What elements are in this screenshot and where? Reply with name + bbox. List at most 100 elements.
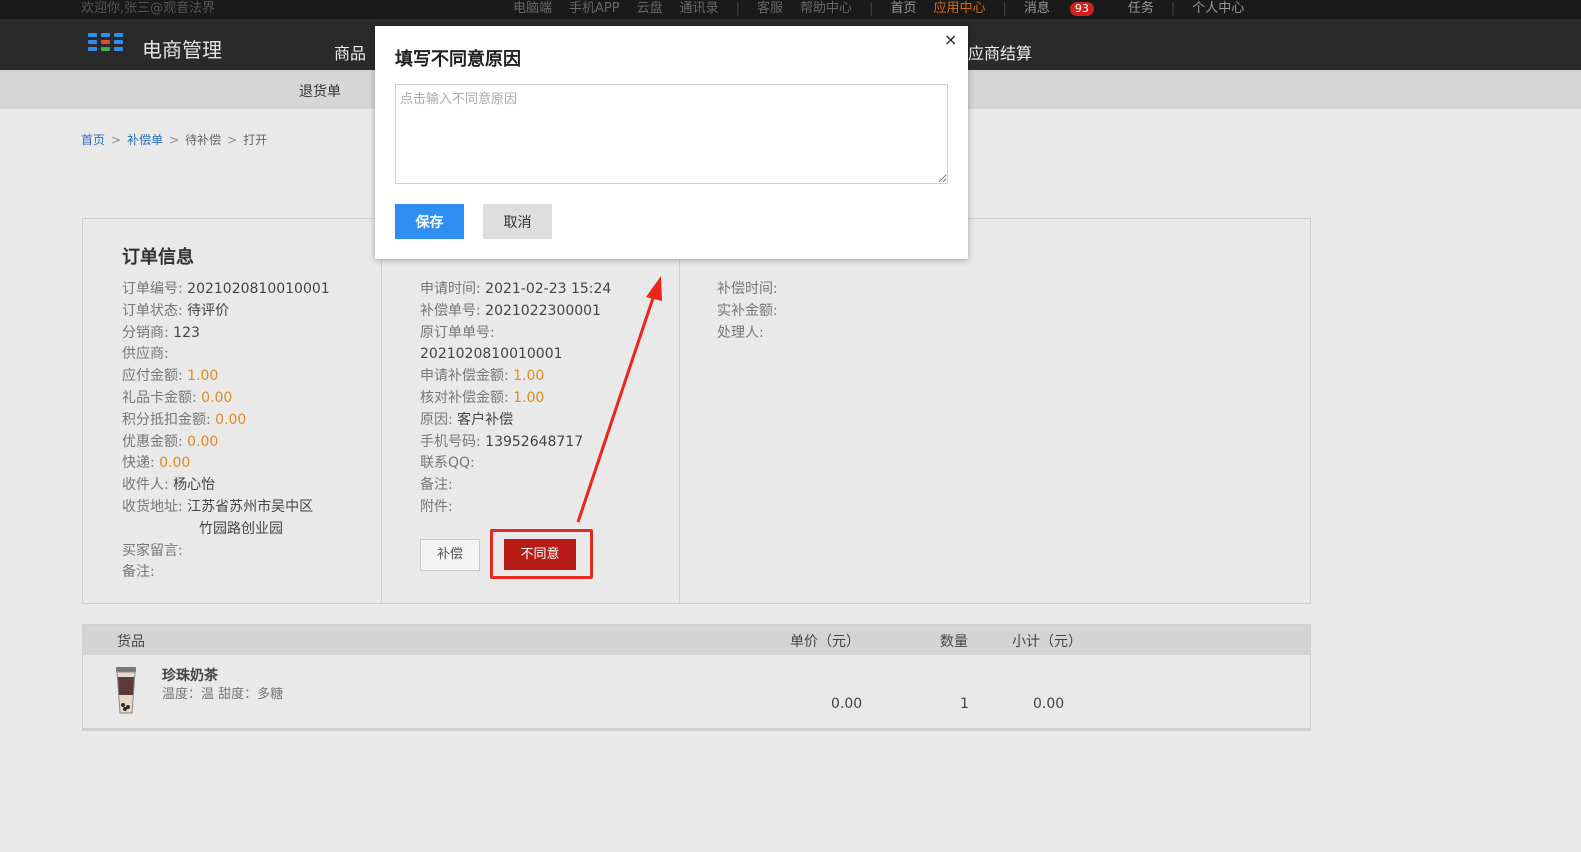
product-attributes: 温度：温 甜度：多糖: [162, 687, 284, 702]
label: 原订单单号:: [420, 324, 495, 341]
comp-time-row: 补偿时间:: [717, 279, 778, 301]
address-row: 收货地址: 江苏省苏州市吴中区: [122, 497, 330, 519]
welcome-text: 欢迎你,张三@观音法界: [81, 1, 216, 16]
label: 处理人:: [717, 324, 764, 341]
link-app-center[interactable]: 应用中心: [933, 0, 985, 17]
label: 快递:: [122, 455, 155, 472]
phone-row: 手机号码: 13952648717: [420, 432, 611, 454]
link-profile[interactable]: 个人中心: [1192, 0, 1244, 17]
value: 2021020810010001: [187, 281, 330, 297]
process-info-column: 补偿时间: 实补金额: 处理人:: [679, 219, 1310, 603]
value: 待评价: [187, 302, 230, 319]
breadcrumb-sep: >: [169, 133, 180, 147]
goods-table: 货品 单价（元） 数量 小计（元） 珍珠奶茶 温度：温 甜度：多糖 0.00 1…: [82, 624, 1311, 731]
link-messages[interactable]: 消息 93: [1024, 0, 1111, 17]
link-contacts[interactable]: 通讯录: [680, 0, 719, 17]
save-button[interactable]: 保存: [395, 204, 464, 239]
value: 1.00: [513, 389, 545, 406]
value: 1.00: [513, 368, 545, 385]
col-goods: 货品: [117, 634, 145, 650]
breadcrumb-home[interactable]: 首页: [81, 133, 105, 147]
breadcrumb: 首页 > 补偿单 > 待补偿 > 打开: [81, 131, 267, 148]
order-info-column: 订单信息 订单编号: 2021020810010001 订单状态: 待评价 分销…: [83, 219, 381, 603]
verify-amount-row: 核对补偿金额: 1.00: [420, 388, 611, 410]
link-home[interactable]: 首页: [890, 0, 916, 17]
product-thumbnail: [116, 667, 136, 714]
reject-button[interactable]: 不同意: [504, 539, 576, 570]
value: 竹园路创业园: [199, 520, 283, 537]
divider: |: [1002, 1, 1007, 16]
note-row: 备注:: [122, 562, 330, 584]
actual-amount-row: 实补金额:: [717, 301, 778, 323]
breadcrumb-sep: >: [111, 133, 122, 147]
goods-table-header: 货品 单价（元） 数量 小计（元）: [83, 625, 1310, 655]
close-icon[interactable]: ×: [944, 30, 957, 49]
value: 0.00: [215, 411, 247, 428]
info-panel: 订单信息 订单编号: 2021020810010001 订单状态: 待评价 分销…: [82, 218, 1311, 604]
shipping-row: 快递: 0.00: [122, 453, 330, 475]
payable-row: 应付金额: 1.00: [122, 366, 330, 388]
label: 备注:: [122, 564, 155, 581]
order-no-row: 订单编号: 2021020810010001: [122, 279, 330, 301]
buyer-msg-row: 买家留言:: [122, 541, 330, 563]
distributor-row: 分销商: 123: [122, 323, 330, 345]
value: 1.00: [187, 368, 219, 385]
col-price: 单价（元）: [790, 634, 860, 650]
reject-reason-dialog: 填写不同意原因 × 保存 取消: [375, 26, 968, 259]
value: 2021022300001: [485, 302, 601, 319]
label: 申请补偿金额:: [420, 368, 509, 385]
value: 0.00: [187, 433, 219, 450]
link-service[interactable]: 客服: [757, 0, 783, 17]
label: 补偿单号:: [420, 302, 481, 319]
label: 手机号码:: [420, 433, 481, 450]
nav-goods[interactable]: 商品: [334, 40, 366, 64]
label: 收货地址:: [122, 498, 183, 515]
supplier-row: 供应商:: [122, 344, 330, 366]
label: 补偿时间:: [717, 281, 778, 297]
link-help[interactable]: 帮助中心: [800, 0, 852, 17]
compensate-button[interactable]: 补偿: [420, 539, 480, 571]
value: 0.00: [159, 455, 191, 472]
subnav-return-order[interactable]: 退货单: [299, 81, 341, 101]
top-utility-bar: 欢迎你,张三@观音法界 电脑端 手机APP 云盘 通讯录 | 客服 帮助中心 | 首页 应用中心 |…: [0, 0, 1581, 19]
top-links: 电脑端 手机APP 云盘 通讯录 | 客服 帮助中心 | 首页 应用中心 | 消息 93 任务 | 个人中心: [513, 0, 1261, 17]
value: 13952648717: [485, 433, 584, 450]
label: 供应商:: [122, 346, 169, 363]
orig-order-value-row: 2021020810010001: [420, 344, 611, 366]
label: 优惠金额:: [122, 433, 183, 450]
label: 附件:: [420, 498, 453, 515]
value: 2021020810010001: [420, 346, 563, 363]
discount-row: 优惠金额: 0.00: [122, 432, 330, 454]
link-cloud[interactable]: 云盘: [637, 0, 663, 17]
cancel-button[interactable]: 取消: [483, 204, 552, 239]
link-pc[interactable]: 电脑端: [513, 0, 552, 17]
value: 客户补偿: [457, 411, 514, 428]
value: 123: [173, 324, 200, 341]
link-tasks[interactable]: 任务: [1128, 0, 1154, 17]
reason-row: 原因: 客户补偿: [420, 410, 611, 432]
message-count-badge: 93: [1069, 2, 1094, 16]
label: 联系QQ:: [420, 455, 475, 472]
col-qty: 数量: [940, 634, 968, 650]
reject-reason-input[interactable]: [395, 84, 948, 184]
divider: |: [869, 1, 874, 16]
breadcrumb-sep: >: [227, 133, 238, 147]
label: 分销商:: [122, 324, 169, 341]
nav-supplier-settlement[interactable]: 应商结算: [968, 40, 1032, 64]
address-row-2: 竹园路创业园: [122, 519, 330, 541]
handler-row: 处理人:: [717, 323, 778, 345]
divider: |: [735, 1, 741, 16]
dialog-title: 填写不同意原因: [395, 49, 521, 70]
breadcrumb-comp[interactable]: 补偿单: [127, 133, 163, 147]
link-app[interactable]: 手机APP: [569, 0, 620, 17]
product-name: 珍珠奶茶: [162, 668, 218, 684]
divider: |: [1170, 1, 1176, 16]
divider: [83, 728, 1310, 730]
label: 订单编号:: [122, 281, 183, 297]
label: 原因:: [420, 411, 453, 428]
label: 买家留言:: [122, 542, 183, 559]
label: 核对补偿金额:: [420, 389, 509, 406]
product-price: 0.00: [831, 696, 863, 712]
comp-no-row: 补偿单号: 2021022300001: [420, 301, 611, 323]
breadcrumb-current: 打开: [243, 133, 268, 147]
